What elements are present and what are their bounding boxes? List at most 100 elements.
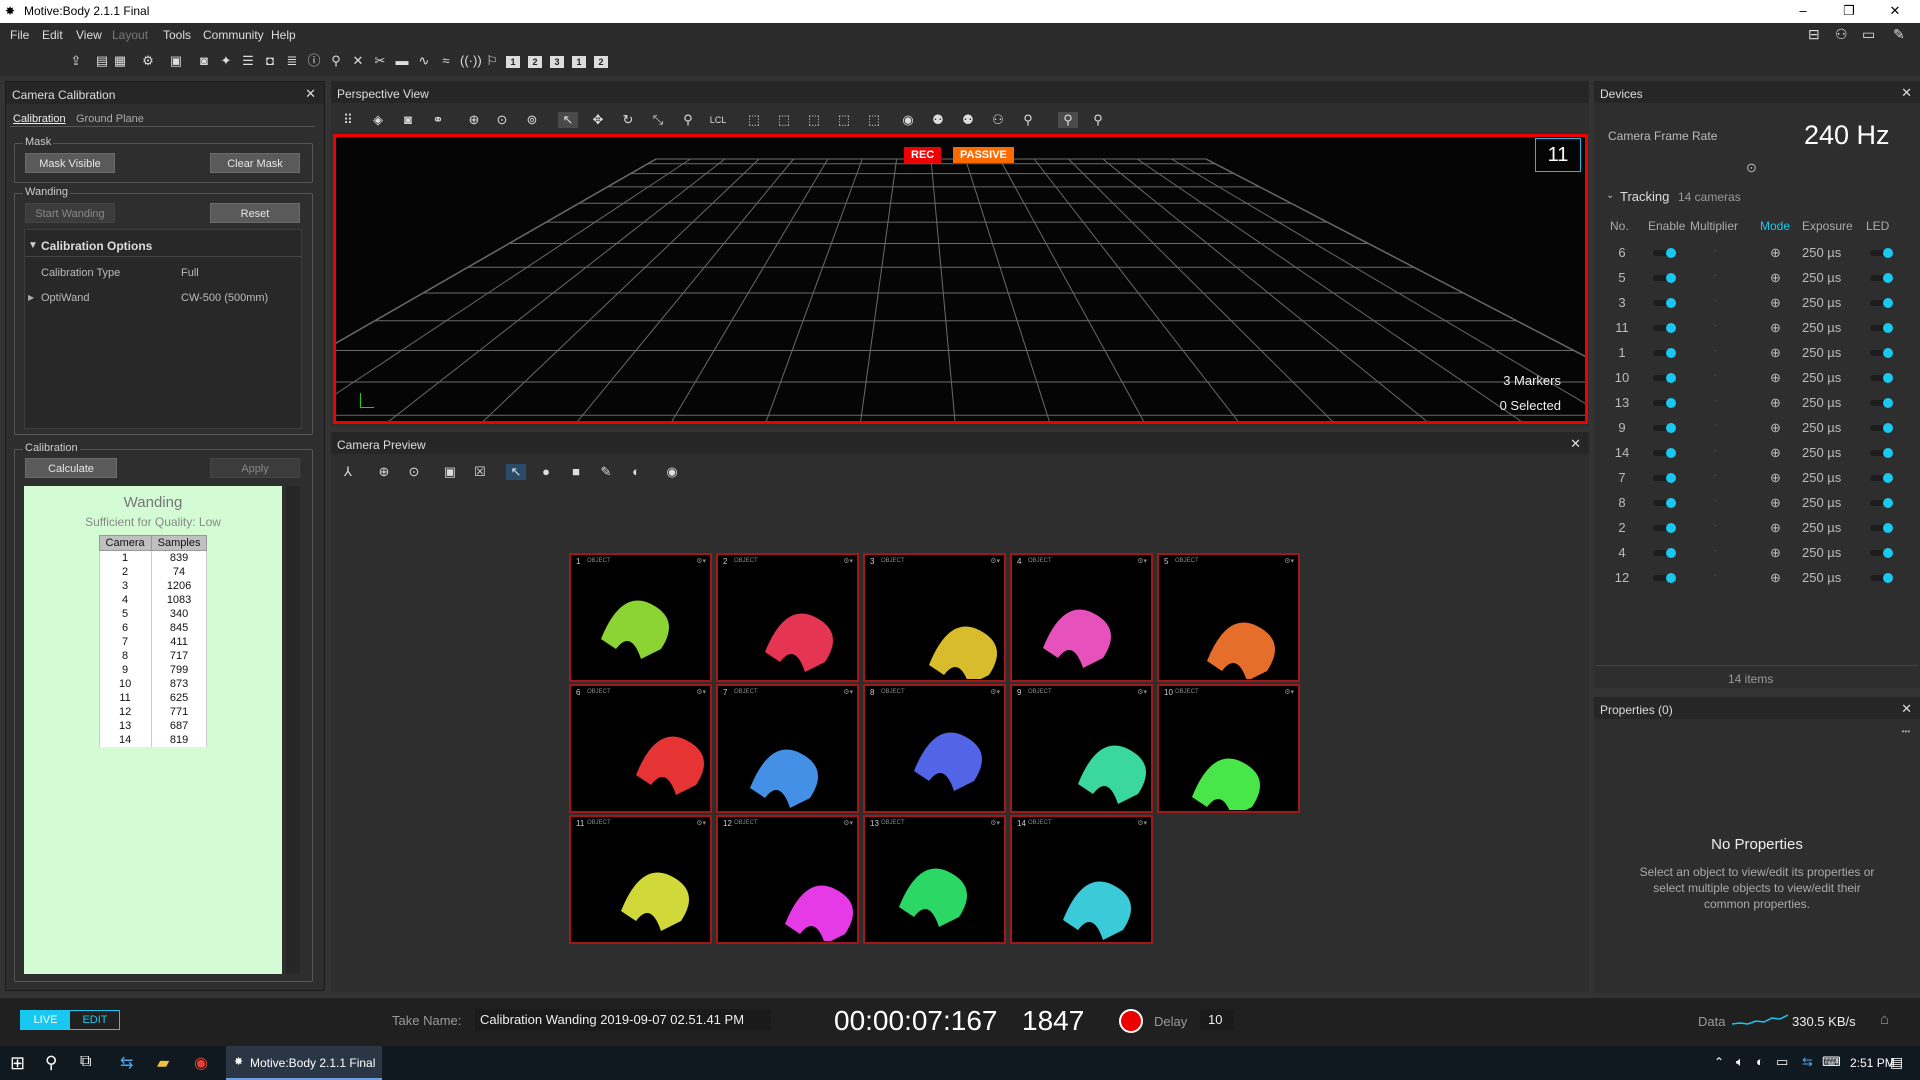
info-icon[interactable]: ⓘ — [306, 54, 322, 68]
pivot-icon[interactable]: ⚭ — [428, 112, 448, 128]
camera-icon[interactable]: ◙ — [196, 54, 212, 68]
enable-toggle[interactable] — [1653, 273, 1676, 283]
volume-icon[interactable]: 🔈︎ — [1736, 1054, 1744, 1070]
local-button[interactable]: LCL — [708, 112, 728, 128]
view-cube[interactable]: 11 — [1535, 138, 1581, 172]
led-toggle[interactable] — [1870, 573, 1893, 583]
led-toggle[interactable] — [1870, 298, 1893, 308]
open-icon[interactable]: ⇪ — [68, 54, 84, 68]
col-header[interactable]: Mode — [1760, 219, 1790, 233]
teamviewer-tray-icon[interactable]: ⇆ — [1802, 1054, 1813, 1070]
edit-button[interactable]: EDIT — [71, 1011, 119, 1029]
lasso-icon[interactable]: ⬚ — [864, 112, 884, 128]
exposure-value[interactable]: 250 µs — [1802, 345, 1841, 360]
menu-tools[interactable]: Tools — [163, 28, 191, 42]
col-header[interactable]: LED — [1866, 219, 1889, 233]
multiplier-value[interactable]: - — [1714, 320, 1717, 330]
gear-icon[interactable]: ⚙▾ — [843, 688, 853, 696]
gear-icon[interactable]: ⚙▾ — [696, 819, 706, 827]
expand-right-icon[interactable]: ▶ — [28, 293, 34, 302]
device-row[interactable]: 5 - ⊕ 250 µs — [1608, 266, 1908, 291]
camera-tile[interactable]: 8 OBJECT ⚙▾ — [863, 684, 1006, 813]
optiwand-value[interactable]: CW-500 (500mm) — [181, 292, 268, 304]
camera-tile[interactable]: 4 OBJECT ⚙▾ — [1010, 553, 1153, 682]
screenshot-icon[interactable]: ◙ — [398, 112, 418, 128]
battery-icon[interactable]: ▬ — [394, 54, 410, 68]
mode-icon[interactable]: ⊕ — [1770, 295, 1781, 311]
multiplier-value[interactable]: - — [1714, 470, 1717, 480]
trajectory-icon[interactable]: ⚲ — [1018, 112, 1038, 128]
menu-edit[interactable]: Edit — [42, 28, 63, 42]
exposure-value[interactable]: 250 µs — [1802, 545, 1841, 560]
enable-toggle[interactable] — [1653, 298, 1676, 308]
close-icon[interactable]: ✕ — [305, 86, 316, 102]
device-row[interactable]: 2 - ⊕ 250 µs — [1608, 516, 1908, 541]
gear-icon[interactable]: ⚙▾ — [990, 819, 1000, 827]
multiplier-value[interactable]: - — [1714, 570, 1717, 580]
led-toggle[interactable] — [1870, 423, 1893, 433]
skeleton-icon[interactable]: ⚲ — [678, 112, 698, 128]
gear-icon[interactable]: ⚙▾ — [843, 557, 853, 565]
exposure-value[interactable]: 250 µs — [1802, 320, 1841, 335]
camera-tile[interactable]: 1 OBJECT ⚙▾ — [569, 553, 712, 682]
notification-icon[interactable]: ⌂ — [1880, 1011, 1889, 1028]
save-all-icon[interactable]: ▦ — [112, 54, 128, 68]
mode-icon[interactable]: ⊕ — [1770, 370, 1781, 386]
device-row[interactable]: 14 - ⊕ 250 µs — [1608, 441, 1908, 466]
zoom-fit-icon[interactable]: ⊙ — [404, 464, 424, 480]
rigidbody-view-icon[interactable]: ⚉ — [958, 112, 978, 128]
teamviewer-icon[interactable]: ⇆ — [120, 1053, 133, 1073]
take-name-field[interactable]: Calibration Wanding 2019-09-07 02.51.41 … — [475, 1009, 771, 1031]
calibration-type-value[interactable]: Full — [181, 267, 199, 279]
enable-toggle[interactable] — [1653, 373, 1676, 383]
tools-icon[interactable]: ✂ — [372, 54, 388, 68]
settings-icon[interactable]: ⚙ — [140, 54, 156, 68]
close-icon[interactable]: ✕ — [1901, 85, 1912, 101]
exposure-value[interactable]: 250 µs — [1802, 245, 1841, 260]
device-row[interactable]: 1 - ⊕ 250 µs — [1608, 341, 1908, 366]
enable-toggle[interactable] — [1653, 348, 1676, 358]
reset-button[interactable]: Reset — [210, 203, 300, 223]
device-row[interactable]: 8 - ⊕ 250 µs — [1608, 491, 1908, 516]
layout-4-button[interactable]: 1 — [572, 56, 586, 68]
multiplier-value[interactable]: - — [1714, 495, 1717, 505]
led-toggle[interactable] — [1870, 398, 1893, 408]
led-toggle[interactable] — [1870, 498, 1893, 508]
markers-view-icon[interactable]: ⚉ — [928, 112, 948, 128]
camera-tile[interactable]: 5 OBJECT ⚙▾ — [1157, 553, 1300, 682]
maximize-button[interactable]: ❐ — [1826, 0, 1872, 23]
multiplier-value[interactable]: - — [1714, 295, 1717, 305]
mode-icon[interactable]: ⊕ — [1770, 545, 1781, 561]
col-header[interactable]: Exposure — [1802, 219, 1853, 233]
enable-toggle[interactable] — [1653, 448, 1676, 458]
layout-icon[interactable]: ⊟ — [1808, 26, 1820, 43]
viewport-3d[interactable]: REC PASSIVE 11 3 Markers 0 Selected — [333, 134, 1588, 424]
zoom-icon[interactable]: ⊕ — [374, 464, 394, 480]
exposure-value[interactable]: 250 µs — [1802, 270, 1841, 285]
multiplier-value[interactable]: - — [1714, 345, 1717, 355]
select-marker-icon[interactable]: ⬚ — [774, 112, 794, 128]
enable-toggle[interactable] — [1653, 473, 1676, 483]
delay-field[interactable]: 10 — [1200, 1009, 1234, 1031]
menu-community[interactable]: Community — [203, 28, 264, 42]
start-wanding-button[interactable]: Start Wanding — [25, 203, 115, 223]
tab-ground-plane[interactable]: Ground Plane — [76, 113, 144, 125]
menu-help[interactable]: Help — [271, 28, 296, 42]
window-icon[interactable]: ▭ — [1862, 26, 1875, 43]
menu-layout[interactable]: Layout — [112, 28, 148, 42]
device-row[interactable]: 6 - ⊕ 250 µs — [1608, 241, 1908, 266]
enable-toggle[interactable] — [1653, 423, 1676, 433]
exposure-value[interactable]: 250 µs — [1802, 370, 1841, 385]
led-toggle[interactable] — [1870, 248, 1893, 258]
device-row[interactable]: 10 - ⊕ 250 µs — [1608, 366, 1908, 391]
exposure-value[interactable]: 250 µs — [1802, 445, 1841, 460]
camera-tile[interactable]: 2 OBJECT ⚙▾ — [716, 553, 859, 682]
mode-icon[interactable]: ⊕ — [1770, 445, 1781, 461]
expand-down-icon[interactable]: ⊙ — [1746, 160, 1757, 176]
col-header[interactable]: No. — [1610, 219, 1629, 233]
device-row[interactable]: 11 - ⊕ 250 µs — [1608, 316, 1908, 341]
camera-tile[interactable]: 9 OBJECT ⚙▾ — [1010, 684, 1153, 813]
network-icon[interactable]: ◐ — [1756, 1054, 1764, 1069]
camera-tile[interactable]: 13 OBJECT ⚙▾ — [863, 815, 1006, 944]
device-row[interactable]: 4 - ⊕ 250 µs — [1608, 541, 1908, 566]
